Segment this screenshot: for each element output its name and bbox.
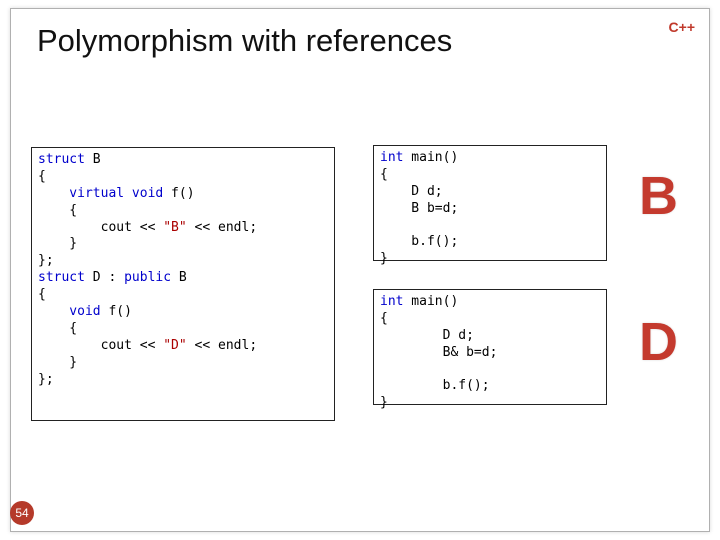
code-text: virtual (38, 186, 124, 201)
code-text: b.f(); (380, 378, 490, 393)
code-text: void (132, 186, 163, 201)
code-text: B b=d; (380, 201, 458, 216)
code-text: } (380, 395, 388, 410)
code-text: } (380, 251, 388, 266)
slide-number-badge: 54 (10, 501, 34, 525)
code-text: << endl; (187, 220, 257, 235)
code-text: void (38, 304, 101, 319)
code-text: b.f(); (380, 234, 458, 249)
output-letter-d: D (639, 311, 678, 373)
code-text: int (380, 150, 403, 165)
output-letter-b: B (639, 165, 678, 227)
code-text: }; (38, 253, 54, 268)
code-text: }; (38, 372, 54, 387)
language-label: C++ (669, 19, 695, 35)
code-text: cout << (38, 220, 163, 235)
code-text: B (85, 152, 101, 167)
code-box-main-slicing: int main() { D d; B b=d; b.f(); } (373, 145, 607, 261)
code-text: { (380, 311, 388, 326)
slide-frame: C++ Polymorphism with references struct … (10, 8, 710, 532)
code-text: struct (38, 270, 85, 285)
code-text: struct (38, 152, 85, 167)
code-text: int (380, 294, 403, 309)
code-text: { (380, 167, 388, 182)
code-text: { (38, 203, 77, 218)
code-text: D d; (380, 184, 443, 199)
code-text: D d; (380, 328, 474, 343)
code-text: f() (163, 186, 194, 201)
code-text: public (124, 270, 171, 285)
code-text: } (38, 236, 77, 251)
code-text: { (38, 287, 46, 302)
code-text: main() (403, 294, 458, 309)
code-text: { (38, 321, 77, 336)
code-text: cout << (38, 338, 163, 353)
code-text: D : (85, 270, 124, 285)
code-text: "D" (163, 338, 186, 353)
code-text: } (38, 355, 77, 370)
slide-title: Polymorphism with references (37, 23, 452, 59)
code-text: main() (403, 150, 458, 165)
code-text: { (38, 169, 46, 184)
code-box-definitions: struct B { virtual void f() { cout << "B… (31, 147, 335, 421)
code-box-main-reference: int main() { D d; B& b=d; b.f(); } (373, 289, 607, 405)
code-text: B& b=d; (380, 345, 497, 360)
code-text: "B" (163, 220, 186, 235)
code-text (124, 186, 132, 201)
code-text: B (171, 270, 187, 285)
code-text: f() (101, 304, 132, 319)
code-text: << endl; (187, 338, 257, 353)
